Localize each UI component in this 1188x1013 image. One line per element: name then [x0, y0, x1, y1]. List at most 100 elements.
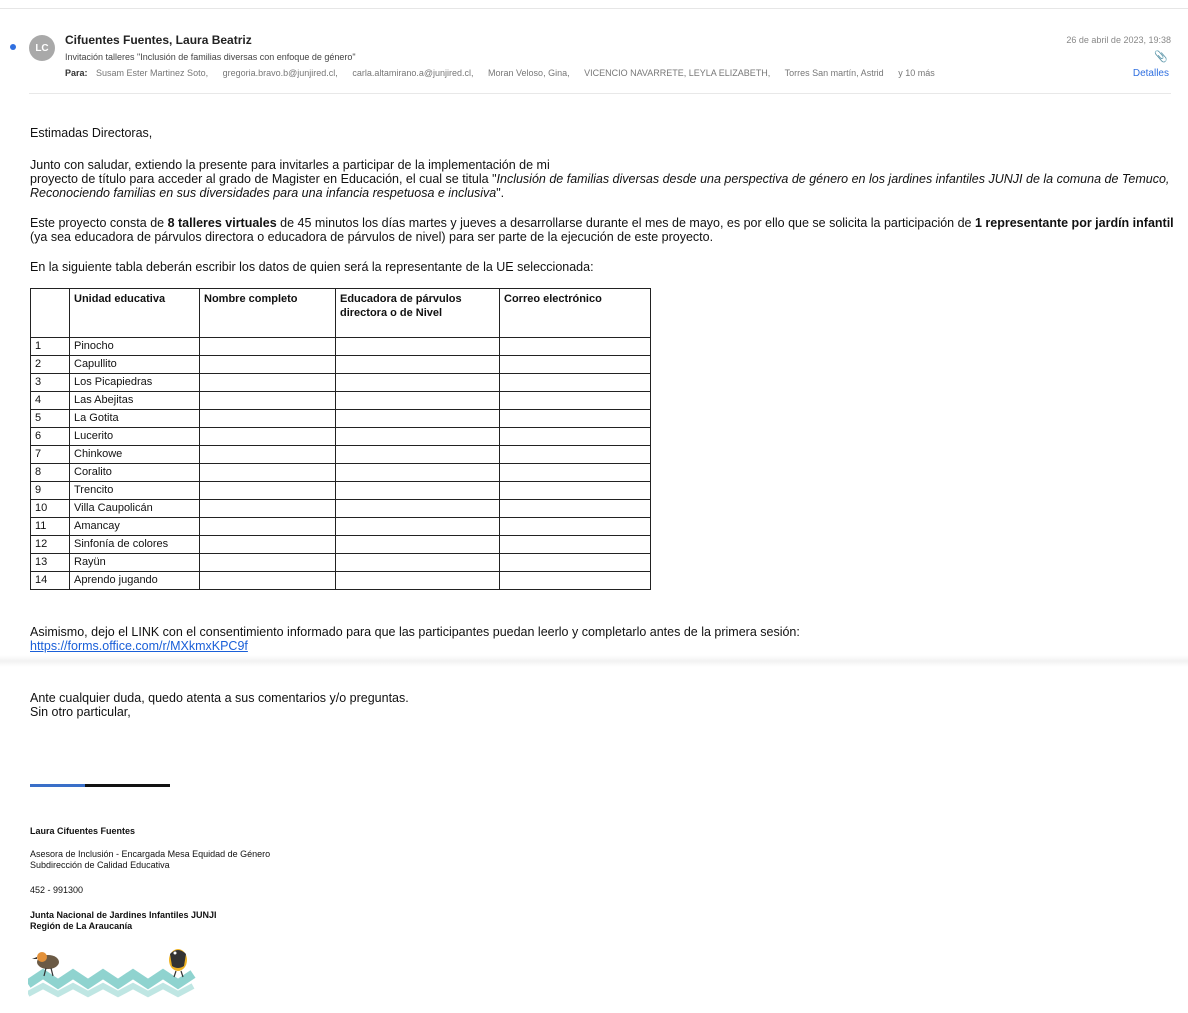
header-cell: Nombre completo — [199, 288, 336, 338]
empty-cell[interactable] — [499, 463, 651, 482]
empty-cell[interactable] — [499, 391, 651, 410]
org-line-2: Región de La Araucanía — [30, 921, 133, 931]
recipient[interactable]: VICENCIO NAVARRETE, LEYLA ELIZABETH, — [584, 68, 770, 78]
unit-name-cell: Pinocho — [69, 337, 200, 356]
empty-cell[interactable] — [199, 553, 336, 572]
ue-table: Unidad educativa Nombre completo Educado… — [30, 288, 651, 590]
row-number-cell: 5 — [30, 409, 70, 428]
empty-cell[interactable] — [199, 427, 336, 446]
paragraph-closing: Ante cualquier duda, quedo atenta a sus … — [30, 691, 409, 719]
empty-cell[interactable] — [199, 445, 336, 464]
empty-cell[interactable] — [499, 517, 651, 536]
empty-cell[interactable] — [335, 517, 500, 536]
paragraph-table-intro: En la siguiente tabla deberán escribir l… — [30, 260, 594, 274]
empty-cell[interactable] — [199, 409, 336, 428]
row-number-cell: 3 — [30, 373, 70, 392]
empty-cell[interactable] — [199, 535, 336, 554]
recipient[interactable]: gregoria.bravo.b@junjired.cl, — [223, 68, 338, 78]
empty-cell[interactable] — [499, 409, 651, 428]
empty-cell[interactable] — [199, 499, 336, 518]
intro-line-2: proyecto de título para acceder al grado… — [30, 172, 497, 186]
empty-cell[interactable] — [499, 373, 651, 392]
table-row: 12 Sinfonía de colores — [30, 535, 651, 554]
header-cell: Correo electrónico — [499, 288, 651, 338]
recipient[interactable]: carla.altamirano.a@junjired.cl, — [352, 68, 473, 78]
unit-name-cell: Rayün — [69, 553, 200, 572]
empty-cell[interactable] — [499, 535, 651, 554]
empty-cell[interactable] — [335, 373, 500, 392]
empty-cell[interactable] — [199, 481, 336, 500]
empty-cell[interactable] — [499, 571, 651, 590]
empty-cell[interactable] — [499, 553, 651, 572]
table-row: 14 Aprendo jugando — [30, 571, 651, 590]
empty-cell[interactable] — [199, 391, 336, 410]
table-row: 8 Coralito — [30, 463, 651, 482]
empty-cell[interactable] — [335, 463, 500, 482]
table-row: 5 La Gotita — [30, 409, 651, 428]
empty-cell[interactable] — [499, 481, 651, 500]
p2-text-b: de 45 minutos los días martes y jueves a… — [276, 216, 975, 230]
bird-icon — [32, 952, 59, 977]
row-number-cell: 13 — [30, 553, 70, 572]
recipient[interactable]: Torres San martín, Astrid — [785, 68, 884, 78]
empty-cell[interactable] — [335, 445, 500, 464]
row-number-cell: 1 — [30, 337, 70, 356]
empty-cell[interactable] — [335, 571, 500, 590]
unread-dot-icon — [10, 44, 16, 50]
empty-cell[interactable] — [335, 337, 500, 356]
empty-cell[interactable] — [199, 517, 336, 536]
unit-name-cell: Capullito — [69, 355, 200, 374]
bird-icon — [169, 949, 187, 978]
closing-line-2: Sin otro particular, — [30, 705, 131, 719]
header-cell — [30, 288, 70, 338]
table-row: 13 Rayün — [30, 553, 651, 572]
paragraph-intro: Junto con saludar, extiendo la presente … — [30, 158, 1180, 200]
row-number-cell: 10 — [30, 499, 70, 518]
unit-name-cell: Chinkowe — [69, 445, 200, 464]
empty-cell[interactable] — [335, 391, 500, 410]
signature-org: Junta Nacional de Jardines Infantiles JU… — [30, 910, 217, 932]
row-number-cell: 9 — [30, 481, 70, 500]
org-line-1: Junta Nacional de Jardines Infantiles JU… — [30, 910, 217, 920]
sender-avatar[interactable]: LC — [29, 35, 55, 61]
empty-cell[interactable] — [199, 373, 336, 392]
empty-cell[interactable] — [335, 409, 500, 428]
unit-name-cell: Amancay — [69, 517, 200, 536]
unit-name-cell: Sinfonía de colores — [69, 535, 200, 554]
empty-cell[interactable] — [499, 355, 651, 374]
empty-cell[interactable] — [499, 445, 651, 464]
recipient[interactable]: Susam Ester Martinez Soto, — [96, 68, 208, 78]
empty-cell[interactable] — [199, 355, 336, 374]
consent-form-link[interactable]: https://forms.office.com/r/MXkmxKPC9f — [30, 639, 248, 653]
empty-cell[interactable] — [335, 481, 500, 500]
more-recipients[interactable]: y 10 más — [898, 68, 935, 78]
table-header-row: Unidad educativa Nombre completo Educado… — [30, 288, 651, 338]
empty-cell[interactable] — [335, 535, 500, 554]
row-number-cell: 8 — [30, 463, 70, 482]
empty-cell[interactable] — [335, 553, 500, 572]
table-row: 10 Villa Caupolicán — [30, 499, 651, 518]
empty-cell[interactable] — [335, 499, 500, 518]
row-number-cell: 12 — [30, 535, 70, 554]
empty-cell[interactable] — [499, 499, 651, 518]
empty-cell[interactable] — [199, 571, 336, 590]
sender-name[interactable]: Cifuentes Fuentes, Laura Beatriz — [65, 33, 252, 47]
details-link[interactable]: Detalles — [1133, 68, 1169, 79]
empty-cell[interactable] — [335, 427, 500, 446]
table-row: 6 Lucerito — [30, 427, 651, 446]
empty-cell[interactable] — [499, 337, 651, 356]
empty-cell[interactable] — [199, 463, 336, 482]
empty-cell[interactable] — [199, 337, 336, 356]
signature-role: Asesora de Inclusión - Encargada Mesa Eq… — [30, 849, 270, 871]
unit-name-cell: Lucerito — [69, 427, 200, 446]
p2-text-a: Este proyecto consta de — [30, 216, 168, 230]
paperclip-icon[interactable]: 📎 — [1154, 50, 1168, 63]
header-divider — [29, 93, 1171, 94]
recipient[interactable]: Moran Veloso, Gina, — [488, 68, 570, 78]
empty-cell[interactable] — [335, 355, 500, 374]
top-divider — [0, 8, 1188, 9]
empty-cell[interactable] — [499, 427, 651, 446]
recipients-row: Para: Susam Ester Martinez Soto, gregori… — [65, 68, 947, 78]
unit-name-cell: Trencito — [69, 481, 200, 500]
unit-name-cell: Los Picapiedras — [69, 373, 200, 392]
